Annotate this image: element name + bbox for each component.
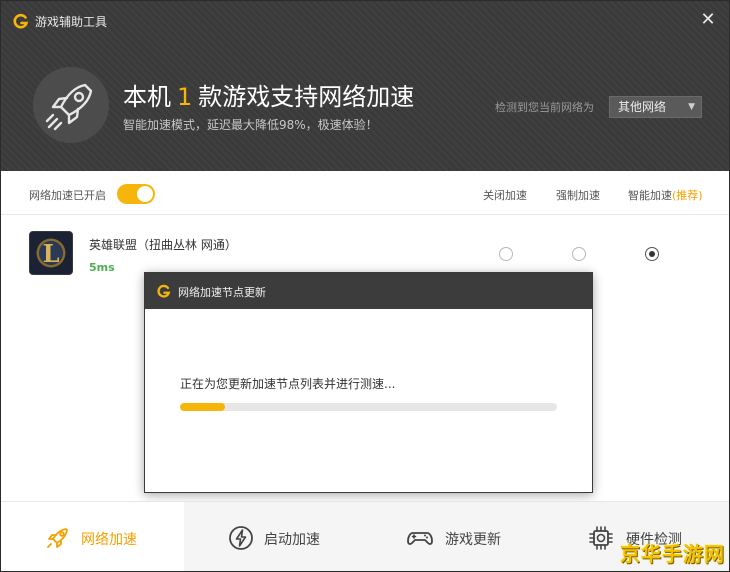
headline-suffix: 款游戏支持网络加速 bbox=[198, 83, 415, 111]
dialog-header: 网络加速节点更新 bbox=[145, 273, 592, 309]
network-detect-label: 检测到您当前网络为 bbox=[495, 101, 594, 114]
app-logo-icon bbox=[157, 284, 171, 298]
nav-network-acceleration[interactable]: 网络加速 bbox=[1, 502, 184, 571]
mode-smart-text: 智能加速 bbox=[628, 189, 672, 202]
headline-subtitle: 智能加速模式，延迟最大降低98%，极速体验！ bbox=[123, 118, 378, 132]
node-update-dialog: 网络加速节点更新 正在为您更新加速节点列表并进行测速... bbox=[144, 272, 593, 493]
chip-icon bbox=[589, 526, 613, 550]
acceleration-toolbar: 网络加速已开启 关闭加速 强制加速 智能加速(推荐) bbox=[1, 171, 729, 215]
update-progress-fill bbox=[180, 403, 226, 411]
radio-mode-off[interactable] bbox=[499, 247, 513, 261]
supported-game-count: 1 bbox=[177, 83, 193, 111]
header-banner: 游戏辅助工具 ✕ 本机 1 款游戏支持网络加速 智能加速模式，延迟最大降低98%，极… bbox=[1, 1, 729, 171]
nav-label: 游戏更新 bbox=[445, 532, 501, 548]
update-progress-bar bbox=[180, 403, 557, 411]
watermark: 京华手游网 bbox=[620, 542, 725, 566]
rocket-icon bbox=[45, 83, 93, 131]
acceleration-toggle-label: 网络加速已开启 bbox=[29, 189, 106, 202]
mode-force-label[interactable]: 强制加速 bbox=[556, 187, 600, 203]
toggle-knob bbox=[137, 186, 153, 202]
league-of-legends-icon: L bbox=[29, 231, 73, 275]
close-button[interactable]: ✕ bbox=[699, 11, 717, 29]
app-window: 游戏辅助工具 ✕ 本机 1 款游戏支持网络加速 智能加速模式，延迟最大降低98%，极… bbox=[0, 0, 730, 572]
dialog-title: 网络加速节点更新 bbox=[178, 286, 266, 299]
radio-mode-force[interactable] bbox=[572, 247, 586, 261]
mode-smart-label[interactable]: 智能加速(推荐) bbox=[628, 187, 703, 203]
rocket-badge bbox=[33, 67, 109, 143]
headline-prefix: 本机 bbox=[123, 83, 171, 111]
lightning-icon bbox=[229, 526, 253, 550]
app-logo-icon bbox=[13, 13, 29, 29]
mode-off-label[interactable]: 关闭加速 bbox=[483, 187, 527, 203]
nav-label: 启动加速 bbox=[264, 532, 320, 548]
game-name: 英雄联盟（扭曲丛林 网通） bbox=[89, 238, 237, 252]
game-ping: 5ms bbox=[89, 261, 115, 274]
recommended-tag: (推荐) bbox=[672, 189, 703, 202]
chevron-down-icon: ▼ bbox=[688, 102, 695, 112]
acceleration-toggle[interactable] bbox=[117, 184, 155, 204]
nav-launch-acceleration[interactable]: 启动加速 bbox=[184, 502, 367, 571]
nav-label: 网络加速 bbox=[81, 532, 137, 548]
dialog-message: 正在为您更新加速节点列表并进行测速... bbox=[180, 377, 396, 391]
close-icon: ✕ bbox=[700, 9, 716, 30]
radio-mode-smart[interactable] bbox=[645, 247, 659, 261]
network-type-select[interactable]: 其他网络 ▼ bbox=[609, 96, 702, 118]
gamepad-icon bbox=[407, 532, 433, 545]
headline: 本机 1 款游戏支持网络加速 bbox=[123, 77, 414, 112]
window-title: 游戏辅助工具 bbox=[35, 15, 108, 29]
rocket-icon bbox=[47, 528, 68, 548]
network-type-value: 其他网络 bbox=[618, 100, 667, 114]
nav-game-update[interactable]: 游戏更新 bbox=[367, 502, 548, 571]
